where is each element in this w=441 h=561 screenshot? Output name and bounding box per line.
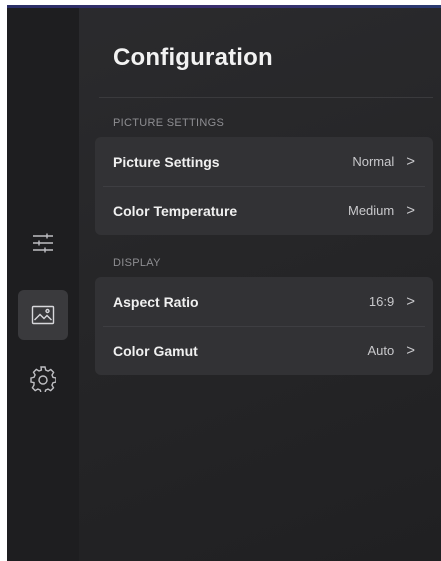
display-card: Aspect Ratio 16:9 > Color Gamut Auto >: [95, 277, 433, 375]
row-label: Color Gamut: [113, 342, 198, 359]
row-label: Color Temperature: [113, 202, 238, 219]
chevron-right-icon: >: [406, 342, 415, 359]
row-value: Auto: [367, 343, 395, 358]
row-picture-settings[interactable]: Picture Settings Normal >: [95, 137, 433, 186]
nav-item-sliders[interactable]: [18, 218, 68, 268]
row-label: Aspect Ratio: [113, 293, 199, 310]
picture-settings-card: Picture Settings Normal > Color Temperat…: [95, 137, 433, 235]
tv-settings-screen: Configuration PICTURE SETTINGS Picture S…: [7, 5, 441, 561]
nav-item-gear[interactable]: [18, 354, 68, 404]
row-value: 16:9: [368, 294, 395, 309]
row-color-temperature[interactable]: Color Temperature Medium >: [95, 186, 433, 235]
chevron-right-icon: >: [406, 202, 415, 219]
nav-rail: [7, 8, 79, 561]
chevron-right-icon: >: [406, 153, 415, 170]
title-divider: [99, 97, 433, 98]
picture-icon: [31, 305, 55, 325]
row-label: Picture Settings: [113, 153, 220, 170]
page-title: Configuration: [113, 44, 273, 71]
row-value: Normal: [352, 154, 395, 169]
row-value: Medium: [347, 203, 395, 218]
gear-icon: [30, 366, 56, 392]
section-label-display: DISPLAY: [113, 257, 161, 269]
row-color-gamut[interactable]: Color Gamut Auto >: [95, 326, 433, 375]
sliders-icon: [31, 232, 55, 254]
chevron-right-icon: >: [406, 293, 415, 310]
settings-content: Configuration PICTURE SETTINGS Picture S…: [95, 8, 441, 561]
row-aspect-ratio[interactable]: Aspect Ratio 16:9 >: [95, 277, 433, 326]
nav-item-picture[interactable]: [18, 290, 68, 340]
section-label-picture-settings: PICTURE SETTINGS: [113, 117, 225, 129]
